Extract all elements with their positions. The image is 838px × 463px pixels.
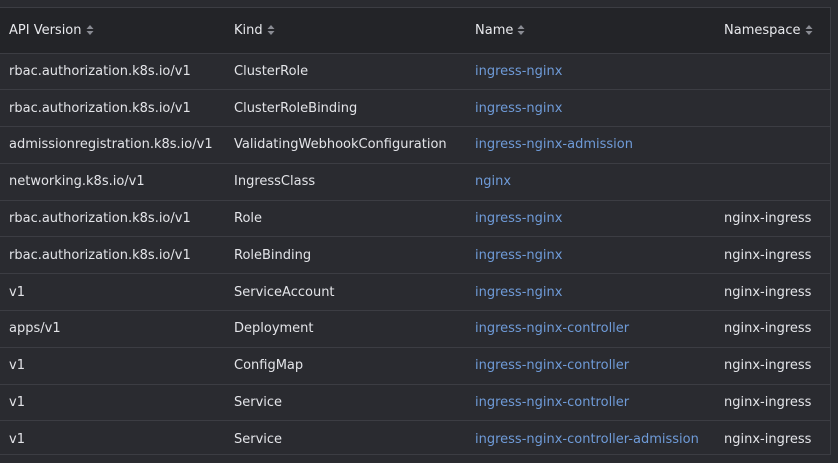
resources-table-container: API Version Kind Name Namespace rbac.aut… <box>0 7 831 455</box>
api-version-cell: apps/v1 <box>9 321 61 337</box>
column-header-label: Namespace <box>724 22 801 38</box>
namespace-cell: nginx-ingress <box>724 358 812 374</box>
table-header-row: API Version Kind Name Namespace <box>0 8 830 54</box>
column-header-name[interactable]: Name <box>466 8 715 54</box>
sort-icon[interactable] <box>517 24 525 36</box>
namespace-cell: nginx-ingress <box>724 432 812 448</box>
table-row: rbac.authorization.k8s.io/v1 RoleBinding… <box>0 236 830 274</box>
namespace-cell: nginx-ingress <box>724 321 812 337</box>
api-version-cell: v1 <box>9 358 25 374</box>
kind-cell: ConfigMap <box>234 358 304 374</box>
namespace-cell <box>715 163 830 200</box>
column-header-label: Kind <box>234 22 263 38</box>
kind-cell: Deployment <box>234 321 314 337</box>
name-cell: nginx <box>466 163 715 200</box>
name-cell: ingress-nginx-controller-admission <box>466 421 715 458</box>
api-version-cell: rbac.authorization.k8s.io/v1 <box>9 63 191 79</box>
api-version-cell: rbac.authorization.k8s.io/v1 <box>9 211 191 227</box>
kind-cell: Role <box>234 211 263 227</box>
table-row: admissionregistration.k8s.io/v1 Validati… <box>0 126 830 164</box>
table-row: apps/v1 Deployment ingress-nginx-control… <box>0 310 830 348</box>
resource-name-link[interactable]: ingress-nginx <box>475 248 562 263</box>
resource-name-link[interactable]: ingress-nginx-controller <box>475 321 629 336</box>
name-cell: ingress-nginx <box>466 53 715 90</box>
api-version-cell: v1 <box>9 284 25 300</box>
namespace-cell: nginx-ingress <box>724 395 812 411</box>
kind-cell: Service <box>234 395 283 411</box>
api-version-cell: v1 <box>9 432 25 448</box>
name-cell: ingress-nginx-admission <box>466 127 715 164</box>
table-row: v1 ConfigMap ingress-nginx-controller ng… <box>0 347 830 384</box>
resource-name-link[interactable]: nginx <box>475 174 511 189</box>
name-cell: ingress-nginx-controller <box>466 347 715 384</box>
kind-cell: IngressClass <box>234 174 316 190</box>
name-cell: ingress-nginx <box>466 237 715 274</box>
table-row: v1 ServiceAccount ingress-nginx nginx-in… <box>0 273 830 311</box>
column-header-kind[interactable]: Kind <box>225 8 466 54</box>
kind-cell: ValidatingWebhookConfiguration <box>234 137 447 153</box>
namespace-cell: nginx-ingress <box>724 211 812 227</box>
namespace-cell <box>715 53 830 90</box>
kind-cell: Service <box>234 432 283 448</box>
name-cell: ingress-nginx-controller <box>466 311 715 348</box>
column-header-label: API Version <box>9 22 82 38</box>
api-version-cell: networking.k8s.io/v1 <box>9 174 145 190</box>
kind-cell: ClusterRole <box>234 63 309 79</box>
table-row: v1 Service ingress-nginx-controller ngin… <box>0 384 830 421</box>
namespace-cell: nginx-ingress <box>724 247 812 263</box>
namespace-cell: nginx-ingress <box>724 284 812 300</box>
table-row: rbac.authorization.k8s.io/v1 ClusterRole… <box>0 89 830 127</box>
resources-table: API Version Kind Name Namespace rbac.aut… <box>0 8 830 458</box>
name-cell: ingress-nginx <box>466 274 715 311</box>
column-header-label: Name <box>475 22 514 38</box>
api-version-cell: v1 <box>9 395 25 411</box>
namespace-cell <box>715 90 830 127</box>
kind-cell: ServiceAccount <box>234 284 335 300</box>
sort-icon[interactable] <box>86 24 94 36</box>
column-header-namespace[interactable]: Namespace <box>715 8 830 54</box>
table-row: v1 Service ingress-nginx-controller-admi… <box>0 420 830 458</box>
resource-name-link[interactable]: ingress-nginx <box>475 285 562 300</box>
column-header-api-version[interactable]: API Version <box>0 8 225 54</box>
api-version-cell: admissionregistration.k8s.io/v1 <box>9 137 213 153</box>
kind-cell: RoleBinding <box>234 247 312 263</box>
api-version-cell: rbac.authorization.k8s.io/v1 <box>9 100 191 116</box>
name-cell: ingress-nginx <box>466 90 715 127</box>
resource-name-link[interactable]: ingress-nginx-controller <box>475 358 629 373</box>
namespace-cell <box>715 127 830 164</box>
resource-name-link[interactable]: ingress-nginx <box>475 211 562 226</box>
resource-name-link[interactable]: ingress-nginx <box>475 64 562 79</box>
name-cell: ingress-nginx <box>466 200 715 237</box>
name-cell: ingress-nginx-controller <box>466 384 715 421</box>
api-version-cell: rbac.authorization.k8s.io/v1 <box>9 247 191 263</box>
table-row: rbac.authorization.k8s.io/v1 Role ingres… <box>0 200 830 237</box>
resource-name-link[interactable]: ingress-nginx-controller <box>475 395 629 410</box>
kind-cell: ClusterRoleBinding <box>234 100 358 116</box>
resource-name-link[interactable]: ingress-nginx-admission <box>475 137 633 152</box>
table-row: networking.k8s.io/v1 IngressClass nginx <box>0 163 830 200</box>
sort-icon[interactable] <box>805 24 813 36</box>
table-row: rbac.authorization.k8s.io/v1 ClusterRole… <box>0 53 830 90</box>
resource-name-link[interactable]: ingress-nginx-controller-admission <box>475 432 699 447</box>
sort-icon[interactable] <box>267 24 275 36</box>
resource-name-link[interactable]: ingress-nginx <box>475 101 562 116</box>
